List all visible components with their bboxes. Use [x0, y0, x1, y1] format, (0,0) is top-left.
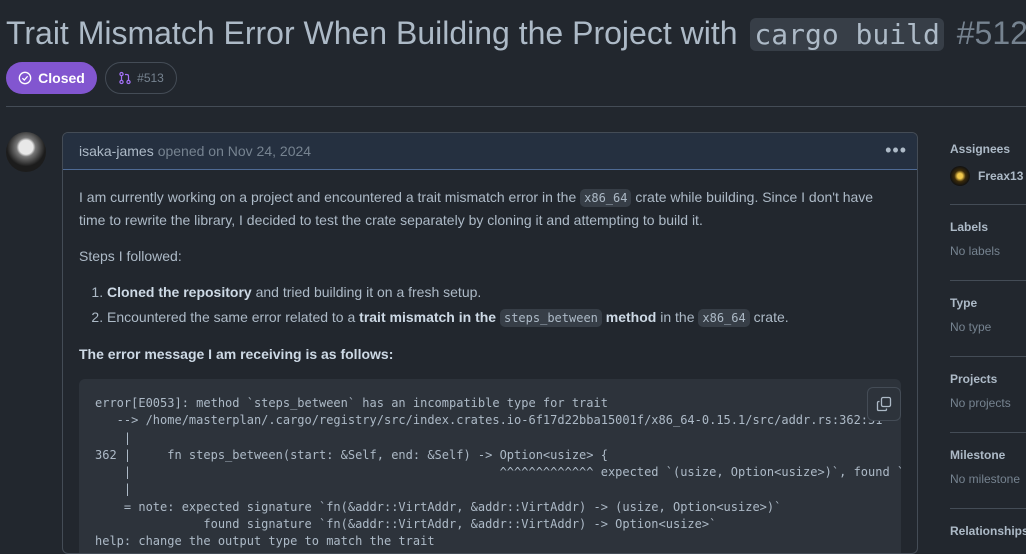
sidebar-divider — [950, 280, 1026, 281]
sidebar-assignees[interactable]: Assignees Freax13 — [950, 142, 1026, 186]
comment-author[interactable]: isaka-james — [79, 143, 154, 159]
error-code: error[E0053]: method `steps_between` has… — [95, 396, 901, 549]
sidebar-divider — [950, 356, 1026, 357]
issue-comment: isaka-james opened on Nov 24, 2024 ••• I… — [62, 132, 918, 554]
more-options-icon[interactable]: ••• — [885, 141, 907, 159]
pull-request-icon — [119, 71, 131, 85]
error-heading: The error message I am receiving is as f… — [79, 346, 394, 362]
type-heading[interactable]: Type — [950, 296, 1026, 310]
list-item: Cloned the repository and tried building… — [107, 281, 901, 303]
inline-code: x86_64 — [580, 189, 632, 207]
assignees-heading[interactable]: Assignees — [950, 142, 1026, 156]
milestone-heading[interactable]: Milestone — [950, 448, 1026, 462]
milestone-value: No milestone — [950, 472, 1021, 486]
issue-closed-icon — [18, 71, 32, 85]
comment-meta[interactable]: opened on Nov 24, 2024 — [158, 143, 311, 159]
assignee[interactable]: Freax13 — [950, 166, 1026, 186]
labels-value: No labels — [950, 244, 1001, 258]
type-value: No type — [950, 320, 992, 334]
list-item: Encountered the same error related to a … — [107, 306, 901, 329]
status-label: Closed — [38, 70, 85, 86]
inline-code: steps_between — [499, 309, 602, 327]
sidebar-type[interactable]: Type No type — [950, 296, 1026, 334]
copy-button[interactable] — [867, 387, 901, 421]
comment-body: I am currently working on a project and … — [63, 170, 917, 553]
sidebar-divider — [950, 204, 1026, 205]
sidebar-milestone[interactable]: Milestone No milestone — [950, 448, 1026, 486]
error-code-block[interactable]: error[E0053]: method `steps_between` has… — [79, 379, 901, 553]
header-divider — [6, 106, 1026, 107]
paragraph-steps: Steps I followed: — [79, 248, 182, 264]
author-avatar[interactable] — [6, 132, 46, 172]
copy-icon — [876, 396, 892, 412]
issue-number: #512 — [956, 15, 1026, 51]
paragraph-intro: I am currently working on a project and … — [79, 189, 874, 228]
sidebar-projects[interactable]: Projects No projects — [950, 372, 1026, 410]
steps-list: Cloned the repository and tried building… — [79, 281, 901, 329]
linked-pr-badge[interactable]: #513 — [105, 62, 177, 94]
projects-heading[interactable]: Projects — [950, 372, 1026, 386]
assignee-name[interactable]: Freax13 — [978, 169, 1023, 183]
inline-code: x86_64 — [698, 309, 750, 327]
issue-title: Trait Mismatch Error When Building the P… — [6, 14, 1026, 54]
status-badge: Closed — [6, 62, 97, 94]
linked-pr-number: #513 — [137, 71, 164, 85]
sidebar-divider — [950, 432, 1026, 433]
relationships-heading[interactable]: Relationships — [950, 524, 1026, 538]
sidebar-labels[interactable]: Labels No labels — [950, 220, 1026, 258]
projects-value: No projects — [950, 396, 1011, 410]
comment-header: isaka-james opened on Nov 24, 2024 ••• — [63, 133, 917, 170]
assignee-avatar — [950, 166, 970, 186]
issue-title-code: cargo build — [750, 18, 944, 51]
sidebar-relationships[interactable]: Relationships — [950, 524, 1026, 538]
issue-title-text: Trait Mismatch Error When Building the P… — [6, 15, 738, 51]
labels-heading[interactable]: Labels — [950, 220, 1026, 234]
sidebar-divider — [950, 508, 1026, 509]
